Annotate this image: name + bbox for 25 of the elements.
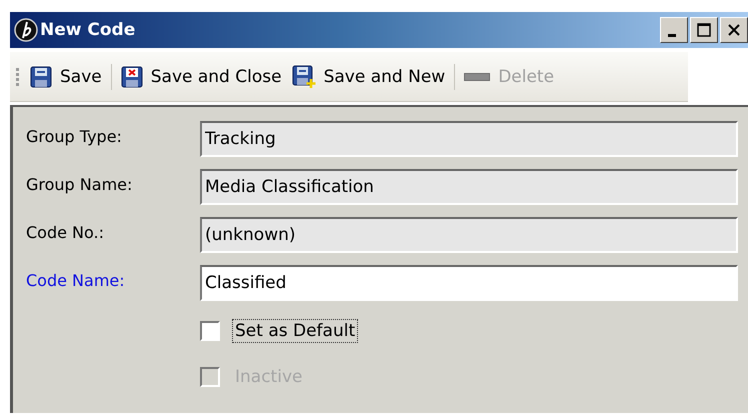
field-label: Group Name: xyxy=(26,174,134,194)
toolbar-button[interactable]: Save and Close xyxy=(116,64,287,90)
field-label: Group Type: xyxy=(26,126,123,146)
checkbox-label[interactable]: Set as Default xyxy=(232,319,358,343)
close-button[interactable] xyxy=(720,17,748,43)
minimize-icon xyxy=(668,34,676,36)
input-field[interactable]: Tracking xyxy=(200,121,738,157)
floppy-disk-plus-icon xyxy=(292,64,316,88)
maximize-icon xyxy=(697,23,711,37)
input-field[interactable]: Media Classification xyxy=(200,169,738,205)
minimize-button[interactable] xyxy=(660,17,688,43)
field-label: Code No.: xyxy=(26,222,105,242)
checkbox[interactable] xyxy=(200,321,220,341)
logo-icon xyxy=(14,18,38,42)
grip-icon[interactable] xyxy=(16,68,19,86)
floppy-disk-x-icon xyxy=(120,66,143,88)
input-field[interactable]: Classified xyxy=(200,265,738,301)
field-label: Code Name: xyxy=(26,270,126,290)
toolbar-button[interactable]: Save and New xyxy=(286,62,450,90)
close-icon xyxy=(728,24,740,36)
minus-icon xyxy=(464,72,490,80)
maximize-button[interactable] xyxy=(690,17,718,43)
input-field[interactable]: (unknown) xyxy=(200,217,738,253)
window-title: New Code xyxy=(40,20,136,40)
toolbar-button[interactable]: Save xyxy=(25,64,107,90)
